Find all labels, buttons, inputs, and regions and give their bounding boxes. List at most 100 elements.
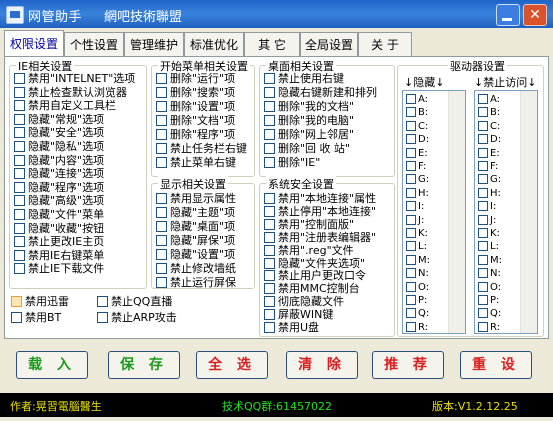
checkbox-box[interactable] [406,161,416,171]
option-checkbox[interactable]: 隐藏"内容"选项 [14,154,104,167]
checkbox-box[interactable] [406,308,416,319]
block-drive-checkbox[interactable]: N: [478,268,501,280]
option-checkbox[interactable]: 删除"文档"项 [156,114,235,127]
checkbox-box[interactable] [264,257,275,269]
checkbox-box[interactable] [156,101,167,112]
option-checkbox[interactable]: 禁用自定义工具栏 [14,99,116,112]
checkbox-box[interactable] [14,113,25,125]
hide-list-scrollbar[interactable] [448,91,465,333]
option-checkbox[interactable]: 隐藏"高级"选项 [14,194,104,207]
option-checkbox[interactable]: 禁止停用"本地连接" [264,205,376,218]
checkbox-box[interactable] [406,187,416,198]
checkbox-box[interactable] [478,94,488,104]
clear-button[interactable]: 清 除 [286,351,358,379]
option-checkbox[interactable]: 隐藏"隐私"选项 [14,140,104,153]
checkbox-box[interactable] [156,87,167,98]
hide-drive-checkbox[interactable]: D: [406,134,429,146]
option-checkbox[interactable]: 隐藏"设置"项 [156,248,235,261]
option-checkbox[interactable]: 隐藏"程序"选项 [14,181,104,194]
tab-personal[interactable]: 个性设置 [64,32,124,56]
checkbox-box[interactable] [156,115,167,126]
option-checkbox[interactable]: 删除"回 收 站" [264,142,350,155]
select-all-button[interactable]: 全 选 [196,351,268,379]
option-checkbox[interactable]: 隐藏"主题"项 [156,206,235,219]
checkbox-box[interactable] [406,321,416,332]
checkbox-box[interactable] [264,296,275,308]
option-checkbox[interactable]: 禁止使用右键 [264,72,344,85]
option-checkbox[interactable]: 隐藏"连接"选项 [14,167,104,180]
checkbox-box[interactable] [264,218,275,230]
hide-drive-checkbox[interactable]: M: [406,254,430,267]
checkbox-box[interactable] [264,244,275,256]
option-checkbox[interactable]: 隐藏"文件"菜单 [14,208,104,221]
checkbox-box[interactable] [406,295,416,305]
checkbox-box[interactable] [478,120,488,131]
option-checkbox[interactable]: 删除"我的文档" [264,100,354,113]
hide-drive-checkbox[interactable]: P: [406,295,427,307]
block-drive-checkbox[interactable]: L: [478,241,499,253]
hide-drives-list[interactable]: A: B: C: D: E: F: G: H: I: J: K: L: M: N: O: P: Q: R: [402,90,466,334]
option-checkbox[interactable]: 禁用"注册表编辑器" [264,231,376,244]
checkbox-box[interactable] [478,254,488,265]
option-checkbox[interactable]: 删除"设置"项 [156,100,235,113]
block-drive-checkbox[interactable]: A: [478,94,500,106]
hide-drive-checkbox[interactable]: E: [406,147,428,160]
checkbox-box[interactable] [264,309,275,321]
checkbox-box[interactable] [478,321,488,332]
checkbox-box[interactable] [264,283,275,295]
checkbox-box[interactable] [264,231,275,243]
hide-drive-checkbox[interactable]: I: [406,201,424,213]
checkbox-box[interactable] [97,312,108,323]
tab-global[interactable]: 全局设置 [300,32,358,56]
checkbox-box[interactable] [156,129,167,140]
block-drive-checkbox[interactable]: M: [478,254,502,267]
block-drive-checkbox[interactable]: B: [478,107,500,119]
checkbox-box[interactable] [406,107,416,118]
option-checkbox[interactable]: 禁用U盘 [264,321,319,334]
checkbox-box[interactable] [406,174,416,185]
checkbox-box[interactable] [156,263,167,274]
option-checkbox[interactable]: 隐藏右键新建和排列 [264,86,377,99]
checkbox-box[interactable] [478,161,488,171]
hide-drive-checkbox[interactable]: C: [406,120,428,133]
arp-checkbox[interactable]: 禁止ARP攻击 [97,311,177,324]
option-checkbox[interactable]: 禁用"本地连接"属性 [264,192,376,205]
checkbox-box[interactable] [156,207,167,218]
reset-button[interactable]: 重 设 [460,351,532,379]
hide-drive-checkbox[interactable]: L: [406,241,427,253]
block-drive-checkbox[interactable]: H: [478,187,501,200]
hide-drive-checkbox[interactable]: K: [406,228,428,240]
block-drive-checkbox[interactable]: F: [478,161,498,173]
hide-drive-checkbox[interactable]: J: [406,214,424,227]
block-drive-checkbox[interactable]: J: [478,214,496,227]
checkbox-box[interactable] [478,147,488,158]
hide-drive-checkbox[interactable]: O: [406,281,429,294]
option-checkbox[interactable]: 禁止检查默认浏览器 [14,86,127,99]
checkbox-box[interactable] [14,209,25,220]
checkbox-box[interactable] [478,281,488,292]
checkbox-box[interactable] [264,205,275,217]
hide-drive-checkbox[interactable]: N: [406,268,429,280]
checkbox-box[interactable] [406,134,416,145]
checkbox-box[interactable] [478,268,488,279]
tab-maintenance[interactable]: 管理维护 [124,32,184,56]
option-checkbox[interactable]: 删除"IE" [264,156,320,169]
block-drive-checkbox[interactable]: R: [478,321,500,333]
checkbox-box[interactable] [14,236,25,248]
option-checkbox[interactable]: 禁用显示属性 [156,192,236,205]
checkbox-box[interactable] [156,235,167,246]
block-drive-checkbox[interactable]: P: [478,295,499,307]
option-checkbox[interactable]: 禁止菜单右键 [156,156,236,169]
checkbox-box[interactable] [14,181,25,193]
option-checkbox[interactable]: 隐藏"文件夹选项" [264,257,365,270]
option-checkbox[interactable]: 隐藏"常规"选项 [14,113,104,126]
option-checkbox[interactable]: 屏蔽WIN键 [264,308,333,321]
checkbox-box[interactable] [478,228,488,238]
option-checkbox[interactable]: 禁用MMC控制台 [264,282,360,295]
checkbox-box[interactable] [14,100,25,112]
option-checkbox[interactable]: 禁用IE右键菜单 [14,249,104,262]
option-checkbox[interactable]: 彻底隐藏文件 [264,295,344,308]
checkbox-box[interactable] [264,270,275,282]
checkbox-box[interactable] [406,201,416,212]
option-checkbox[interactable]: 删除"网上邻居" [264,128,354,141]
